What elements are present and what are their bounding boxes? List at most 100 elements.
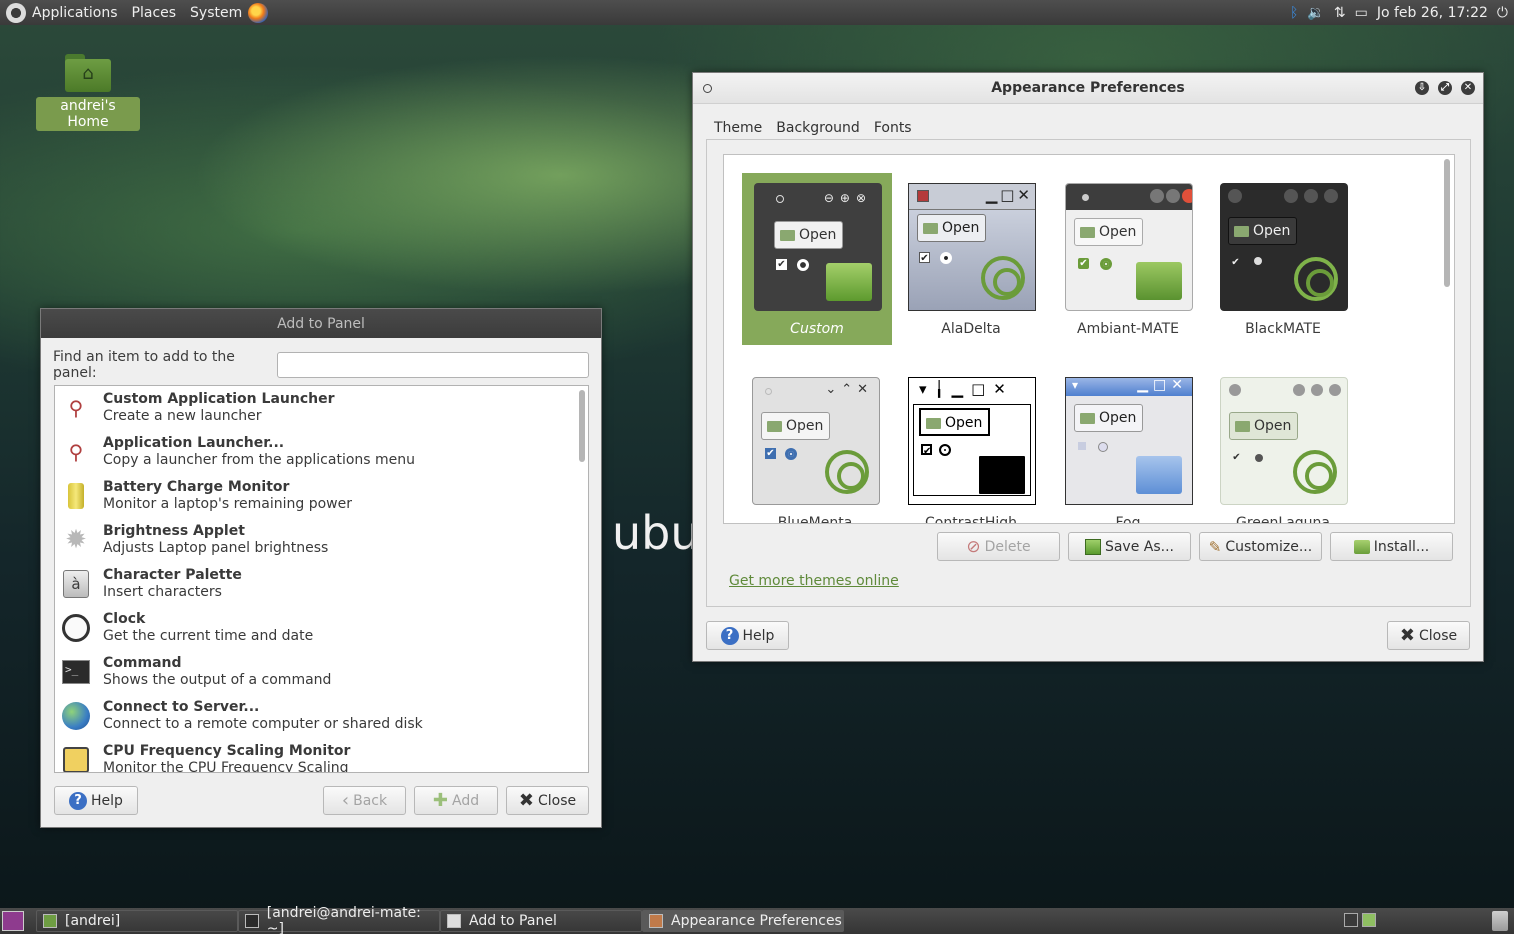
- list-item[interactable]: Clock Get the current time and date: [55, 606, 588, 650]
- launcher-icon: ⚲: [68, 396, 84, 420]
- item-title: Brightness Applet: [103, 523, 245, 539]
- install-button[interactable]: Install...: [1330, 532, 1453, 561]
- help-button[interactable]: ? Help: [706, 621, 789, 650]
- theme-item-greenlaguna[interactable]: Open ✔ GreenLaguna: [1208, 367, 1358, 523]
- close-label: Close: [537, 792, 577, 809]
- help-icon: ?: [720, 626, 739, 645]
- maximize-icon[interactable]: ⤢: [1438, 81, 1452, 95]
- theme-item-ambiant-mate[interactable]: Open ✔ Ambiant-MATE: [1053, 173, 1203, 345]
- list-item[interactable]: ⚲ Application Launcher... Copy a launcher…: [55, 430, 588, 474]
- menu-applications[interactable]: Applications: [32, 5, 118, 21]
- theme-name: BlackMATE: [1245, 321, 1321, 337]
- list-item[interactable]: à Character Palette Insert characters: [55, 562, 588, 606]
- theme-preview: ▁□✕ Open ✔: [908, 183, 1036, 311]
- save-as-button[interactable]: Save As...: [1068, 532, 1191, 561]
- desktop-home-icon[interactable]: ⌂ andrei's Home: [36, 54, 140, 131]
- preview-folder-icon: [826, 263, 872, 301]
- theme-preview: Open ✔: [1220, 377, 1348, 505]
- help-button[interactable]: ? Help: [54, 786, 138, 815]
- list-item[interactable]: CPU Frequency Scaling Monitor Monitor the…: [55, 738, 588, 772]
- add-to-panel-titlebar[interactable]: Add to Panel: [41, 309, 601, 338]
- mate-logo-icon[interactable]: [6, 2, 26, 23]
- network-icon[interactable]: ⇅: [1334, 5, 1346, 21]
- theme-preview: ▾╽▁□✕ Open ✔: [908, 377, 1036, 505]
- find-input[interactable]: [277, 352, 589, 378]
- theme-name: Fog: [1115, 515, 1141, 524]
- preview-swirl-icon: [981, 256, 1025, 300]
- minimize-icon[interactable]: ⇩: [1415, 81, 1429, 95]
- cpu-icon: [61, 745, 91, 772]
- clock-datetime[interactable]: Jo feb 26, 17:22: [1377, 5, 1488, 21]
- clock-icon: [61, 613, 91, 643]
- task-andrei[interactable]: [andrei]: [36, 910, 238, 932]
- theme-item-contrasthigh[interactable]: ▾╽▁□✕ Open ✔ ContrastHigh: [896, 367, 1046, 524]
- power-icon[interactable]: ⏻: [1497, 5, 1508, 21]
- theme-grid[interactable]: ⊖⊕⊗ Open ✔ Custom ▁□✕ Open ✔ AlaDelta Op…: [723, 154, 1455, 524]
- close-button[interactable]: ✖ Close: [506, 786, 589, 815]
- task-terminal[interactable]: [andrei@andrei-mate: ~]: [238, 905, 440, 934]
- list-scrollbar[interactable]: [579, 390, 585, 462]
- save-icon: [1084, 538, 1101, 555]
- customize-button[interactable]: ✎ Customize...: [1199, 532, 1322, 561]
- theme-name: ContrastHigh: [925, 515, 1017, 524]
- panel-task-icon: [447, 914, 461, 928]
- volume-icon[interactable]: 🔉: [1307, 5, 1324, 21]
- preview-checkbox: ✔: [1231, 257, 1240, 268]
- item-title: Character Palette: [103, 567, 242, 583]
- list-item[interactable]: Connect to Server... Connect to a remote …: [55, 694, 588, 738]
- theme-grid-scrollbar[interactable]: [1444, 159, 1450, 287]
- back-button[interactable]: ‹ Back: [323, 786, 406, 815]
- install-label: Install...: [1373, 538, 1430, 555]
- item-title: Command: [103, 655, 182, 671]
- item-title: Battery Charge Monitor: [103, 479, 290, 495]
- theme-name: Custom: [790, 321, 844, 337]
- list-item[interactable]: >_ Command Shows the output of a command: [55, 650, 588, 694]
- theme-item-bluementa[interactable]: ⌄⌃✕ Open ✔ BlueMenta: [740, 367, 890, 523]
- preview-swirl-icon: [1293, 450, 1337, 494]
- preview-folder-icon: [1136, 456, 1182, 494]
- close-button[interactable]: ✖ Close: [1387, 621, 1470, 650]
- terminal-task-icon: [245, 914, 259, 928]
- list-item[interactable]: ⚲ Custom Application Launcher Create a ne…: [55, 386, 588, 430]
- workspace-1[interactable]: [1344, 913, 1358, 927]
- tray: ᛒ 🔉 ⇅ ▭ Jo feb 26, 17:22 ⏻: [1290, 0, 1514, 25]
- item-title: Custom Application Launcher: [103, 391, 335, 407]
- task-add-to-panel[interactable]: Add to Panel: [440, 910, 642, 932]
- home-label: andrei's Home: [36, 97, 140, 131]
- theme-item-aladelta[interactable]: ▁□✕ Open ✔ AlaDelta: [896, 173, 1046, 345]
- applet-list[interactable]: ⚲ Custom Application Launcher Create a ne…: [54, 385, 589, 773]
- firefox-icon[interactable]: [248, 2, 269, 23]
- launcher-icon: ⚲: [68, 440, 84, 464]
- theme-item-blackmate[interactable]: Open ✔ BlackMATE: [1208, 173, 1358, 345]
- close-icon: ✖: [1399, 624, 1415, 646]
- workspace-2[interactable]: [1362, 913, 1376, 927]
- pencil-icon: ✎: [1208, 537, 1222, 556]
- menu-places[interactable]: Places: [132, 5, 177, 21]
- folder-task-icon: [43, 914, 57, 928]
- window-controls: ⇩ ⤢ ✕: [1415, 81, 1475, 95]
- close-window-icon[interactable]: ✕: [1461, 81, 1475, 95]
- task-appearance[interactable]: Appearance Preferences: [642, 910, 844, 932]
- appearance-titlebar[interactable]: Appearance Preferences ⇩ ⤢ ✕: [693, 73, 1483, 104]
- trash-icon[interactable]: [1492, 911, 1508, 931]
- wallpaper-text: ubu: [612, 506, 700, 560]
- help-label: Help: [91, 792, 123, 809]
- preview-radio: [1100, 258, 1112, 270]
- menu-system[interactable]: System: [190, 5, 242, 21]
- list-item[interactable]: ✹ Brightness Applet Adjusts Laptop panel …: [55, 518, 588, 562]
- preview-checkbox: [1078, 442, 1086, 450]
- more-themes-link[interactable]: Get more themes online: [729, 573, 899, 589]
- window-menu-icon[interactable]: [703, 84, 712, 93]
- theme-item-fog[interactable]: ▾ ▁□✕ Open Fog: [1053, 367, 1203, 524]
- battery-tray-icon[interactable]: ▭: [1355, 5, 1368, 21]
- delete-button[interactable]: ⊘ Delete: [937, 532, 1060, 561]
- list-item[interactable]: Battery Charge Monitor Monitor a laptop's…: [55, 474, 588, 518]
- bluetooth-icon[interactable]: ᛒ: [1290, 5, 1298, 21]
- find-row: Find an item to add to the panel:: [53, 349, 589, 381]
- preview-open-button: Open: [1228, 217, 1298, 245]
- item-title: Application Launcher...: [103, 435, 285, 451]
- show-desktop-icon[interactable]: [2, 911, 24, 931]
- theme-item-custom[interactable]: ⊖⊕⊗ Open ✔ Custom: [742, 173, 892, 345]
- preview-radio: [1254, 257, 1262, 265]
- add-button[interactable]: ✚ Add: [414, 786, 498, 815]
